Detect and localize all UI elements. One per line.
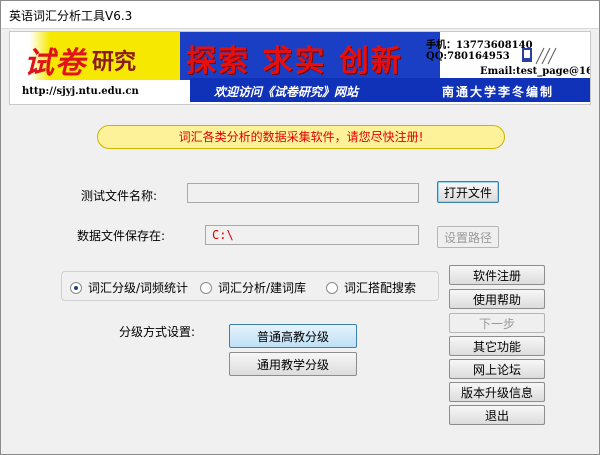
mode-radio-label: 词汇搭配搜索 xyxy=(344,281,417,295)
window-title: 英语词汇分析工具V6.3 xyxy=(9,9,133,23)
banner-slogan: 探索 求实 创新 xyxy=(186,44,403,79)
radio-unselected-icon xyxy=(200,282,212,294)
open-file-button[interactable]: 打开文件 xyxy=(437,181,499,203)
registration-notice: 词汇各类分析的数据采集软件，请您尽快注册! xyxy=(97,125,505,149)
app-window: 英语词汇分析工具V6.3 试卷 研究 探索 求实 创新 手机：137736081… xyxy=(0,0,600,455)
test-file-input[interactable] xyxy=(187,183,419,203)
mode-radio-grading[interactable]: 词汇分级/词频统计 xyxy=(70,279,188,296)
set-path-button[interactable]: 设置路径 xyxy=(437,226,499,248)
banner-welcome: 欢迎访问《试卷研究》网站 xyxy=(214,85,359,99)
decorative-graphic-icon xyxy=(522,47,557,65)
mode-radio-label: 词汇分级/词频统计 xyxy=(88,281,189,295)
mode-radio-collocation[interactable]: 词汇搭配搜索 xyxy=(326,279,416,296)
grading-method-label: 分级方式设置: xyxy=(119,325,196,339)
analysis-mode-group: 词汇分级/词频统计 词汇分析/建词库 词汇搭配搜索 xyxy=(61,271,439,301)
next-step-button[interactable]: 下一步 xyxy=(449,313,545,333)
other-functions-button[interactable]: 其它功能 xyxy=(449,336,545,356)
grading-higher-edu-button[interactable]: 普通高教分级 xyxy=(229,324,357,348)
exit-button[interactable]: 退出 xyxy=(449,405,545,425)
mode-radio-vocab-analysis[interactable]: 词汇分析/建词库 xyxy=(200,279,306,296)
version-upgrade-button[interactable]: 版本升级信息 xyxy=(449,382,545,402)
radio-unselected-icon xyxy=(326,282,338,294)
data-file-path-input[interactable]: C:\ xyxy=(205,225,419,245)
title-bar[interactable]: 英语词汇分析工具V6.3 xyxy=(1,1,599,29)
banner-phone: 手机：13773608140 QQ:780164953 xyxy=(426,40,533,62)
banner: 试卷 研究 探索 求实 创新 手机：13773608140 QQ:7801649… xyxy=(9,31,591,105)
logo-text-secondary: 研究 xyxy=(92,49,137,75)
radio-selected-icon xyxy=(70,282,82,294)
mode-radio-label: 词汇分析/建词库 xyxy=(218,281,307,295)
logo-text-primary: 试卷 xyxy=(24,46,86,81)
grading-general-button[interactable]: 通用教学分级 xyxy=(229,352,357,376)
online-forum-button[interactable]: 网上论坛 xyxy=(449,359,545,379)
data-file-label: 数据文件保存在: xyxy=(77,229,166,243)
banner-url: http://sjyj.ntu.edu.cn xyxy=(22,86,139,97)
test-file-label: 测试文件名称: xyxy=(81,189,158,203)
banner-email: Email:test_page@163.com xyxy=(480,66,590,77)
register-button[interactable]: 软件注册 xyxy=(449,265,545,285)
help-button[interactable]: 使用帮助 xyxy=(449,289,545,309)
banner-author: 南通大学李冬编制 xyxy=(442,85,555,99)
